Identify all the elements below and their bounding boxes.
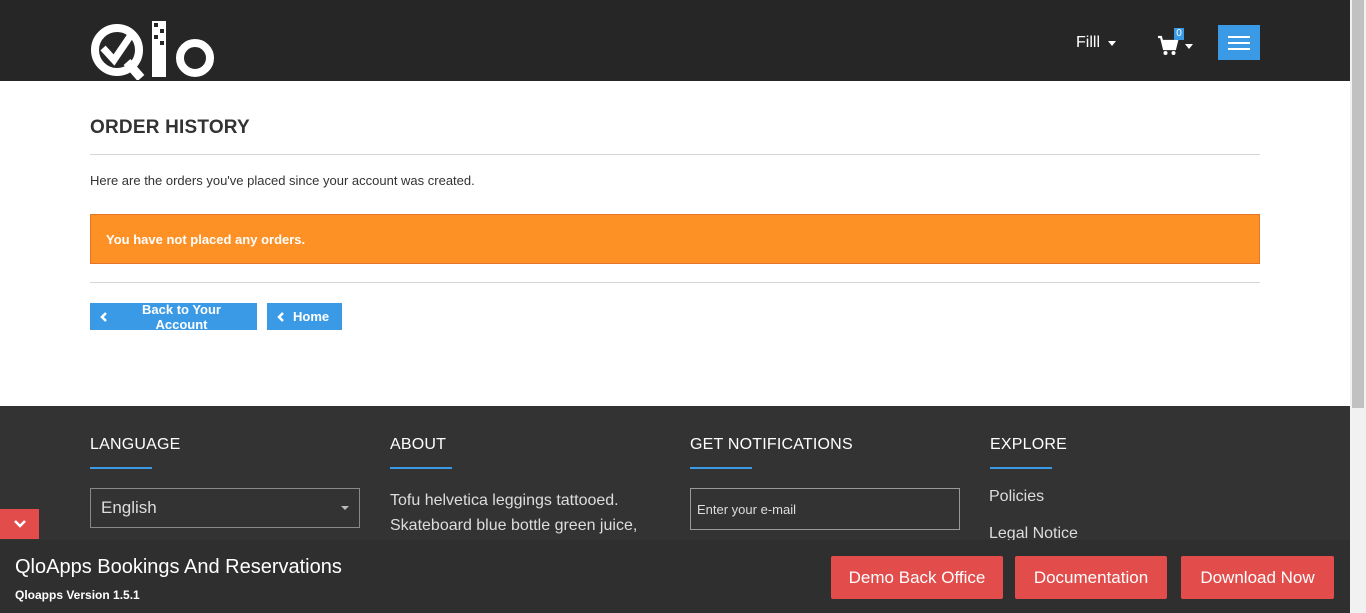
- download-now-button[interactable]: Download Now: [1181, 556, 1334, 599]
- heading-underline: [990, 467, 1052, 469]
- caret-down-icon: [1108, 40, 1116, 46]
- site-header: Filll 0: [0, 0, 1350, 81]
- chevron-left-icon: [100, 310, 108, 324]
- page-title: ORDER HISTORY: [90, 117, 250, 138]
- language-heading: LANGUAGE: [90, 436, 181, 453]
- divider: [90, 282, 1260, 283]
- user-menu[interactable]: Filll: [1076, 34, 1116, 52]
- hamburger-icon: [1228, 35, 1250, 38]
- about-text: Tofu helvetica leggings tattooed. Skateb…: [390, 492, 638, 534]
- footer-notifications-section: GET NOTIFICATIONS: [690, 436, 853, 469]
- no-orders-alert: You have not placed any orders.: [90, 214, 1260, 264]
- demo-back-office-button[interactable]: Demo Back Office: [831, 556, 1003, 599]
- caret-down-icon: [341, 506, 349, 510]
- policies-link[interactable]: Policies: [989, 488, 1044, 506]
- cart-button[interactable]: 0: [1157, 28, 1197, 58]
- alert-text: You have not placed any orders.: [106, 231, 306, 247]
- cart-count-badge: 0: [1174, 28, 1184, 40]
- language-select[interactable]: English: [90, 488, 360, 528]
- hamburger-menu-button[interactable]: [1218, 25, 1260, 60]
- documentation-button[interactable]: Documentation: [1015, 556, 1167, 599]
- explore-heading: EXPLORE: [990, 436, 1067, 453]
- scrollbar-thumb[interactable]: [1352, 0, 1364, 408]
- notifications-heading: GET NOTIFICATIONS: [690, 436, 853, 453]
- heading-underline: [390, 467, 452, 469]
- qlo-logo[interactable]: [89, 18, 215, 81]
- chevron-down-icon: [13, 515, 26, 533]
- intro-text: Here are the orders you've placed since …: [90, 173, 475, 188]
- language-selected: English: [101, 498, 157, 517]
- footer-explore-section: EXPLORE: [990, 436, 1067, 469]
- demo-version: Qloapps Version 1.5.1: [15, 588, 140, 602]
- caret-down-icon: [1185, 44, 1193, 49]
- back-to-account-label: Back to Your Account: [142, 301, 221, 332]
- user-name: Filll: [1076, 34, 1100, 51]
- home-button[interactable]: Home: [267, 303, 342, 330]
- heading-underline: [90, 467, 152, 469]
- back-to-account-button[interactable]: Back to Your Account: [90, 301, 257, 332]
- chevron-left-icon: [277, 310, 285, 324]
- footer-language-section: LANGUAGE: [90, 436, 181, 469]
- page-scrollbar[interactable]: [1350, 0, 1366, 613]
- divider: [90, 154, 1260, 155]
- demo-bar: QloApps Bookings And Reservations Qloapp…: [0, 540, 1350, 613]
- heading-underline: [690, 467, 752, 469]
- newsletter-email-input[interactable]: [690, 488, 960, 530]
- footer-about-section: ABOUT: [390, 436, 452, 469]
- demo-title: QloApps Bookings And Reservations: [15, 556, 342, 578]
- home-label: Home: [293, 309, 330, 324]
- collapse-demo-bar-button[interactable]: [0, 509, 39, 539]
- about-heading: ABOUT: [390, 436, 447, 453]
